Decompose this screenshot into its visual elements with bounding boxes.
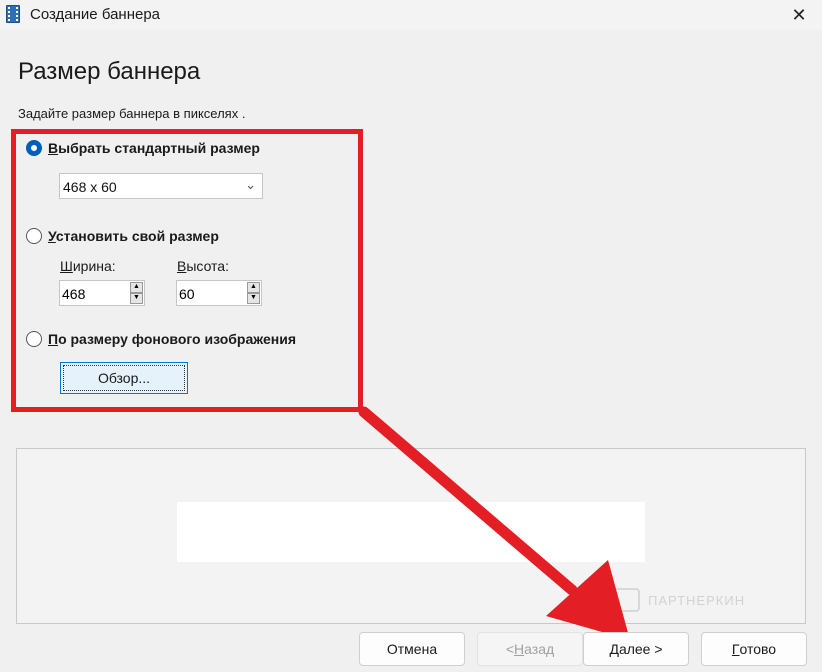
cancel-button[interactable]: Отмена xyxy=(359,632,465,666)
next-button[interactable]: Далее > xyxy=(583,632,689,666)
finish-button[interactable]: Готово xyxy=(701,632,807,666)
annotation-arrow xyxy=(358,406,630,640)
back-button[interactable]: < Назад xyxy=(477,632,583,666)
